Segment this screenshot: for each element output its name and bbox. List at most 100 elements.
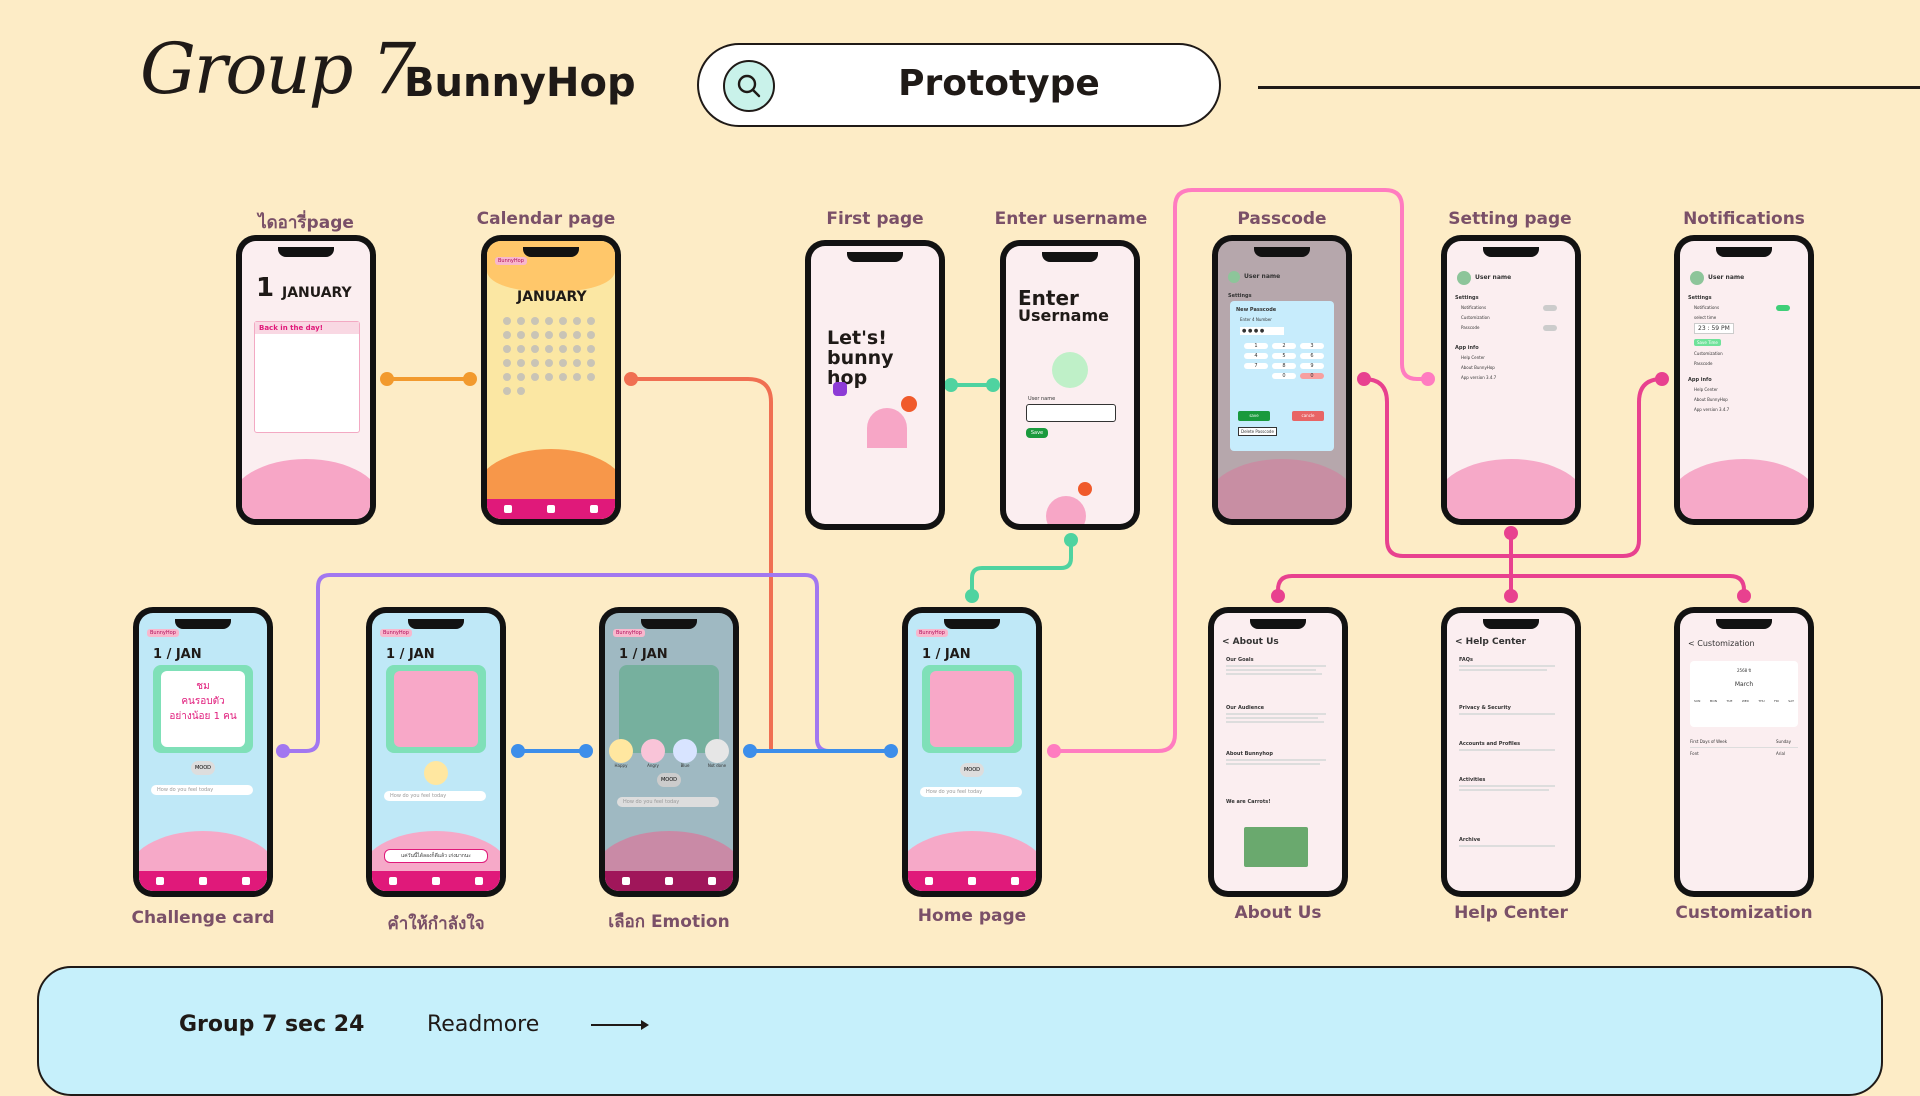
passcode-key[interactable]: 0 — [1272, 373, 1296, 379]
calendar-navbar[interactable] — [487, 499, 615, 519]
toggle-icon[interactable] — [1543, 305, 1557, 311]
notifications-about-item[interactable]: About BunnyHop — [1694, 397, 1728, 402]
phone-help[interactable]: < Help Center FAQs Privacy & Security Ac… — [1441, 607, 1581, 897]
challenge-mood[interactable]: MOOD — [191, 761, 215, 775]
notifications-save-chip[interactable]: Save Time — [1694, 339, 1721, 346]
passcode-user: User name — [1244, 273, 1281, 280]
calendar-grid[interactable] — [501, 315, 601, 405]
passcode-key[interactable]: 6 — [1300, 353, 1324, 359]
notifications-item: select time — [1694, 315, 1717, 320]
blue-icon[interactable] — [673, 739, 697, 763]
readmore-link[interactable]: Readmore — [427, 1012, 539, 1037]
label-encourage: คำให้กำลังใจ — [387, 914, 485, 934]
calendar-month: JANUARY — [517, 289, 587, 305]
phone-home[interactable]: BunnyHop 1 / JAN MOOD How do you feel to… — [902, 607, 1042, 897]
notifications-sub-item[interactable]: Passcode — [1694, 361, 1713, 366]
passcode-key[interactable]: 3 — [1300, 343, 1324, 349]
passcode-cancel-button[interactable]: cancle — [1292, 411, 1324, 421]
custom-day: WED — [1741, 699, 1749, 703]
settings-about-item[interactable]: Help Center — [1461, 355, 1485, 360]
first-line2: bunny — [827, 347, 894, 369]
diary-month: JANUARY — [282, 285, 352, 301]
notifications-avatar — [1690, 271, 1704, 285]
home-mood[interactable]: MOOD — [960, 763, 984, 777]
phone-notifications[interactable]: User name Settings Notifications select … — [1674, 235, 1814, 525]
encourage-navbar[interactable] — [372, 871, 500, 891]
home-prompt[interactable]: How do you feel today — [920, 787, 1022, 797]
custom-header[interactable]: < Customization — [1688, 639, 1755, 648]
settings-item[interactable]: Passcode — [1461, 325, 1480, 330]
username-input[interactable] — [1026, 404, 1116, 422]
phone-username[interactable]: Enter Username User name Save — [1000, 240, 1140, 530]
challenge-art-card[interactable] — [386, 665, 486, 753]
diary-note[interactable]: Back in the day! — [254, 321, 360, 433]
home-navbar[interactable] — [908, 871, 1036, 891]
phone-diary[interactable]: 1 JANUARY Back in the day! — [236, 235, 376, 525]
angry-icon[interactable] — [641, 739, 665, 763]
emotion-prompt[interactable]: How do you feel today — [617, 797, 719, 807]
notifications-section: Settings — [1688, 295, 1712, 301]
username-save-button[interactable]: Save — [1026, 428, 1048, 438]
custom-row-value[interactable]: Arial — [1776, 751, 1785, 756]
custom-row-value[interactable]: Sunday — [1776, 739, 1791, 744]
passcode-key[interactable]: 1 — [1244, 343, 1268, 349]
passcode-section: Settings — [1228, 293, 1252, 299]
challenge-line2: คนรอบตัว — [181, 696, 225, 707]
phone-settings[interactable]: User name Settings Notifications Customi… — [1441, 235, 1581, 525]
phone-encourage[interactable]: BunnyHop 1 / JAN How do you feel today แ… — [366, 607, 506, 897]
challenge-card[interactable]: ชม คนรอบตัว อย่างน้อย 1 คน — [153, 665, 253, 753]
challenge-navbar[interactable] — [139, 871, 267, 891]
passcode-key[interactable]: 2 — [1272, 343, 1296, 349]
happy-icon[interactable] — [609, 739, 633, 763]
passcode-panel[interactable]: New Passcode Enter 4 Number ● ● ● ● 1 2 … — [1230, 301, 1334, 451]
toggle-icon[interactable] — [1543, 325, 1557, 331]
phone-passcode[interactable]: User name Settings New Passcode Enter 4 … — [1212, 235, 1352, 525]
emotion-mood[interactable]: MOOD — [657, 773, 681, 787]
passcode-delete-button[interactable]: Delete Passcode — [1238, 427, 1277, 436]
settings-section: Settings — [1455, 295, 1479, 301]
notifications-about-section: App info — [1688, 377, 1712, 383]
about-header[interactable]: < About Us — [1222, 637, 1279, 647]
happy-face-icon[interactable] — [424, 761, 448, 785]
settings-item[interactable]: Customization — [1461, 315, 1490, 320]
arrow-right-icon[interactable] — [591, 1020, 649, 1030]
custom-row-label: First Days of Week — [1690, 739, 1728, 744]
label-calendar: Calendar page — [476, 209, 616, 229]
emotion-option: Blue — [680, 763, 690, 768]
passcode-digits[interactable]: ● ● ● ● — [1240, 327, 1284, 335]
about-section: Our Goals — [1226, 657, 1254, 663]
notifications-time[interactable]: 23 : 59 PM — [1694, 323, 1734, 334]
encourage-quote: แค่วันนี้ได้ลองก็ดีแล้ว เก่งมากนะ — [384, 849, 488, 863]
settings-item[interactable]: Notifications — [1461, 305, 1486, 310]
label-diary: ไดอารี่page — [258, 213, 354, 233]
passcode-key[interactable]: 5 — [1272, 353, 1296, 359]
passcode-key[interactable]: 7 — [1244, 363, 1268, 369]
notifications-item[interactable]: Notifications — [1694, 305, 1719, 310]
notifications-about-item[interactable]: Help Center — [1694, 387, 1718, 392]
label-passcode: Passcode — [1237, 209, 1327, 229]
passcode-save-button[interactable]: save — [1238, 411, 1270, 421]
phone-emotion[interactable]: BunnyHop 1 / JAN Happy Angry Blue Not do… — [599, 607, 739, 897]
passcode-key[interactable]: 0 — [1300, 373, 1324, 379]
toggle-icon[interactable] — [1776, 305, 1790, 311]
settings-about-section: App info — [1455, 345, 1479, 351]
team-photo — [1244, 827, 1308, 867]
help-header[interactable]: < Help Center — [1455, 637, 1526, 647]
passcode-key[interactable]: 9 — [1300, 363, 1324, 369]
notifications-sub-item[interactable]: Customization — [1694, 351, 1723, 356]
settings-about-item[interactable]: About BunnyHop — [1461, 365, 1495, 370]
passcode-key[interactable]: 8 — [1272, 363, 1296, 369]
phone-custom[interactable]: < Customization 2568 ปี March SUN MON TU… — [1674, 607, 1814, 897]
not-done-icon[interactable] — [705, 739, 729, 763]
challenge-prompt[interactable]: How do you feel today — [151, 785, 253, 795]
phone-about[interactable]: < About Us Our Goals Our Audience About … — [1208, 607, 1348, 897]
home-challenge-card[interactable] — [922, 665, 1022, 753]
phone-challenge[interactable]: BunnyHop 1 / JAN ชม คนรอบตัว อย่างน้อย 1… — [133, 607, 273, 897]
phone-first[interactable]: Let's! bunny hop — [805, 240, 945, 530]
encourage-prompt[interactable]: How do you feel today — [384, 791, 486, 801]
about-section: We are Carrots! — [1226, 799, 1271, 805]
phone-calendar[interactable]: BunnyHop JANUARY — [481, 235, 621, 525]
passcode-key[interactable]: 4 — [1244, 353, 1268, 359]
custom-year: 2568 ปี — [1737, 668, 1751, 673]
emotion-navbar[interactable] — [605, 871, 733, 891]
